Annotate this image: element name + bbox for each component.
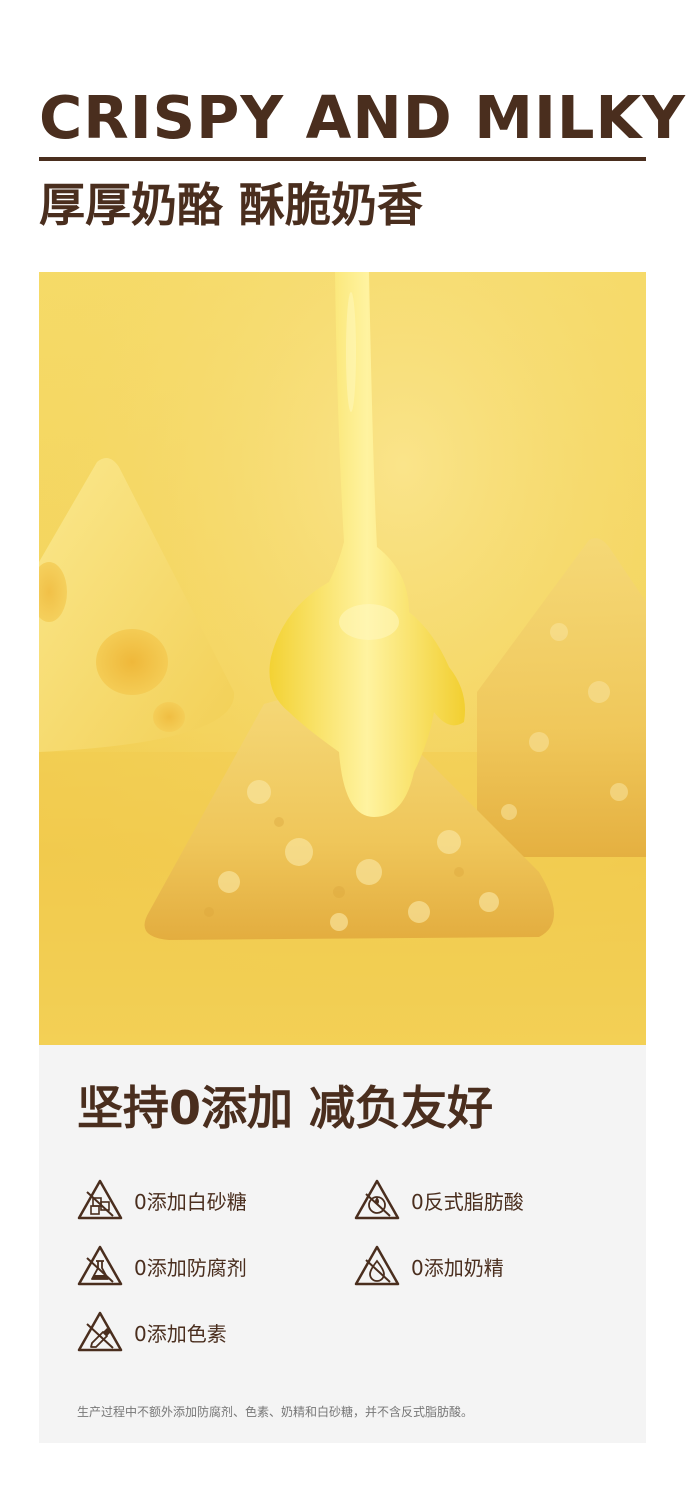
title-divider	[39, 157, 646, 161]
feature-no-creamer: 0添加奶精	[354, 1244, 504, 1288]
cheese-crackers-illustration	[39, 272, 646, 1045]
no-color-icon	[77, 1311, 123, 1352]
feature-label: 0添加奶精	[411, 1255, 504, 1280]
title-cn: 厚厚奶酪 酥脆奶香	[39, 178, 424, 232]
feature-no-preservative: 0添加防腐剂	[77, 1244, 247, 1288]
feature-label: 0反式脂肪酸	[411, 1189, 524, 1214]
sugar-cubes-icon	[77, 1179, 123, 1220]
feature-label: 0添加白砂糖	[134, 1189, 247, 1214]
claims-panel: 坚持0添加 减负友好 0添加白砂糖 0反式脂肪酸 0添加防腐剂 0添加奶精 0添…	[39, 1045, 646, 1443]
feature-no-trans-fat: 0反式脂肪酸	[354, 1178, 524, 1222]
feature-no-sugar: 0添加白砂糖	[77, 1178, 247, 1222]
no-milk-essence-icon	[354, 1245, 400, 1286]
footnote: 生产过程中不额外添加防腐剂、色素、奶精和白砂糖，并不含反式脂肪酸。	[77, 1405, 474, 1419]
title-en: CRISPY AND MILKY	[39, 83, 686, 152]
feature-no-color: 0添加色素	[77, 1310, 227, 1354]
feature-label: 0添加色素	[134, 1321, 227, 1346]
feature-label: 0添加防腐剂	[134, 1255, 247, 1280]
product-photo	[39, 272, 646, 1045]
panel-title: 坚持0添加 减负友好	[77, 1081, 494, 1135]
no-trans-fat-icon	[354, 1179, 400, 1220]
preservative-flask-icon	[77, 1245, 123, 1286]
